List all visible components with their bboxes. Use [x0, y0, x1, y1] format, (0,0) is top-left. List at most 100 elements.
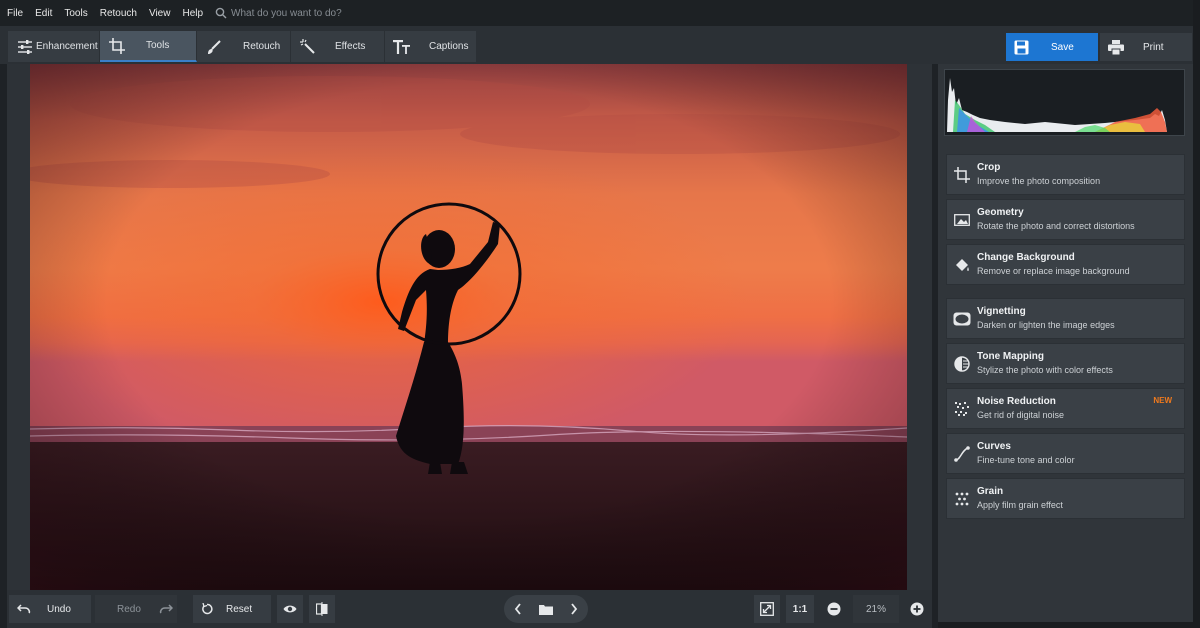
reset-button[interactable]: Reset: [193, 595, 271, 623]
printer-icon: [1108, 39, 1124, 55]
fit-screen-icon: [760, 602, 774, 616]
zoom-value: 21%: [865, 603, 886, 615]
tool-grain[interactable]: Grain Apply film grain effect: [946, 478, 1185, 519]
tab-effects[interactable]: Effects: [291, 31, 385, 62]
save-button[interactable]: Save: [1006, 33, 1098, 61]
tab-label: Effects: [335, 41, 366, 52]
tab-tools[interactable]: Tools: [100, 31, 197, 62]
tab-label: Captions: [429, 41, 469, 52]
floppy-disk-icon: [1014, 39, 1030, 55]
histogram: [944, 69, 1185, 136]
menu-file[interactable]: File: [0, 8, 29, 19]
search-input[interactable]: [231, 7, 432, 19]
print-label: Print: [1143, 41, 1164, 53]
tool-desc: Fine-tune tone and color: [977, 454, 1075, 465]
crop-icon: [108, 37, 126, 55]
redo-label: Redo: [117, 603, 141, 615]
tool-crop[interactable]: Crop Improve the photo composition: [946, 154, 1185, 195]
brush-icon: [205, 38, 223, 56]
tool-name: Vignetting: [977, 306, 1026, 318]
photo-preview: [30, 64, 907, 590]
tab-label: Retouch: [243, 41, 281, 52]
geometry-icon: [947, 199, 977, 240]
search-box[interactable]: [215, 7, 432, 19]
undo-label: Undo: [47, 603, 71, 615]
preview-button[interactable]: [277, 595, 303, 623]
menu-retouch[interactable]: Retouch: [94, 8, 143, 19]
tool-name: Tone Mapping: [977, 351, 1045, 363]
bottom-bar: Undo Redo Reset 1:1 21%: [7, 590, 932, 628]
tool-name: Crop: [977, 162, 1001, 174]
undo-button[interactable]: Undo: [9, 595, 91, 623]
tab-label: Tools: [146, 40, 170, 51]
grain-icon: [947, 478, 977, 519]
magic-wand-icon: [299, 38, 317, 56]
tool-noise-reduction[interactable]: Noise Reduction Get rid of digital noise …: [946, 388, 1185, 429]
noise-icon: [947, 388, 977, 429]
tool-desc: Darken or lighten the image edges: [977, 319, 1115, 330]
curves-icon: [947, 433, 977, 474]
crop-icon: [947, 154, 977, 195]
window-right-edge: [1193, 0, 1200, 628]
menu-bar: File Edit Tools Retouch View Help: [0, 0, 1200, 26]
tab-enhancement[interactable]: Enhancement: [8, 31, 100, 62]
actual-size-button[interactable]: 1:1: [786, 595, 814, 623]
tool-desc: Stylize the photo with color effects: [977, 364, 1113, 375]
text-icon: [393, 38, 411, 56]
minus-circle-icon: [827, 602, 841, 616]
tool-desc: Apply film grain effect: [977, 499, 1063, 510]
compare-button[interactable]: [309, 595, 335, 623]
tab-label: Enhancement: [36, 41, 98, 52]
undo-icon: [17, 604, 31, 614]
tool-geometry[interactable]: Geometry Rotate the photo and correct dis…: [946, 199, 1185, 240]
print-button[interactable]: Print: [1100, 33, 1192, 61]
zoom-level[interactable]: 21%: [853, 595, 899, 623]
reset-icon: [201, 603, 213, 615]
menu-edit[interactable]: Edit: [29, 8, 58, 19]
redo-icon: [159, 604, 173, 614]
save-label: Save: [1051, 41, 1074, 53]
navigation-pill: [504, 595, 588, 623]
eye-icon: [283, 604, 297, 614]
chevron-left-icon[interactable]: [507, 598, 529, 620]
plus-circle-icon: [910, 602, 924, 616]
menu-view[interactable]: View: [143, 8, 177, 19]
tool-change-background[interactable]: Change Background Remove or replace image…: [946, 244, 1185, 285]
menu-tools[interactable]: Tools: [58, 8, 93, 19]
zoom-out-button[interactable]: [821, 595, 847, 623]
tool-tone-mapping[interactable]: Tone Mapping Stylize the photo with color…: [946, 343, 1185, 384]
tab-captions[interactable]: Captions: [385, 31, 477, 62]
tab-bar: Enhancement Tools Retouch Effects Captio…: [8, 31, 477, 62]
menu-help[interactable]: Help: [176, 8, 209, 19]
chevron-right-icon[interactable]: [563, 598, 585, 620]
tool-name: Grain: [977, 486, 1004, 498]
tool-desc: Improve the photo composition: [977, 175, 1101, 186]
redo-button[interactable]: Redo: [95, 595, 177, 623]
tool-separator: [946, 289, 1185, 298]
tool-desc: Rotate the photo and correct distortions: [977, 220, 1135, 231]
folder-icon[interactable]: [535, 598, 557, 620]
tool-name: Geometry: [977, 207, 1024, 219]
tool-name: Noise Reduction: [977, 396, 1056, 408]
reset-label: Reset: [226, 603, 253, 615]
tool-list: Crop Improve the photo composition Geomet…: [946, 154, 1185, 523]
fit-to-screen-button[interactable]: [754, 595, 780, 623]
tool-desc: Get rid of digital noise: [977, 409, 1065, 420]
tab-retouch[interactable]: Retouch: [197, 31, 291, 62]
tool-name: Change Background: [977, 252, 1075, 264]
search-icon: [215, 7, 227, 19]
tools-panel: Crop Improve the photo composition Geomet…: [938, 64, 1193, 622]
panel-bottom-edge: [938, 622, 1193, 628]
main-toolbar: Enhancement Tools Retouch Effects Captio…: [0, 26, 1200, 64]
sliders-icon: [16, 38, 34, 56]
compare-icon: [316, 602, 328, 616]
vignette-icon: [947, 298, 977, 339]
tool-curves[interactable]: Curves Fine-tune tone and color: [946, 433, 1185, 474]
tool-name: Curves: [977, 441, 1011, 453]
paint-bucket-icon: [947, 244, 977, 285]
zoom-in-button[interactable]: [904, 595, 930, 623]
image-canvas[interactable]: [7, 64, 932, 590]
tool-vignetting[interactable]: Vignetting Darken or lighten the image ed…: [946, 298, 1185, 339]
actual-size-label: 1:1: [792, 603, 808, 615]
tool-desc: Remove or replace image background: [977, 265, 1130, 276]
